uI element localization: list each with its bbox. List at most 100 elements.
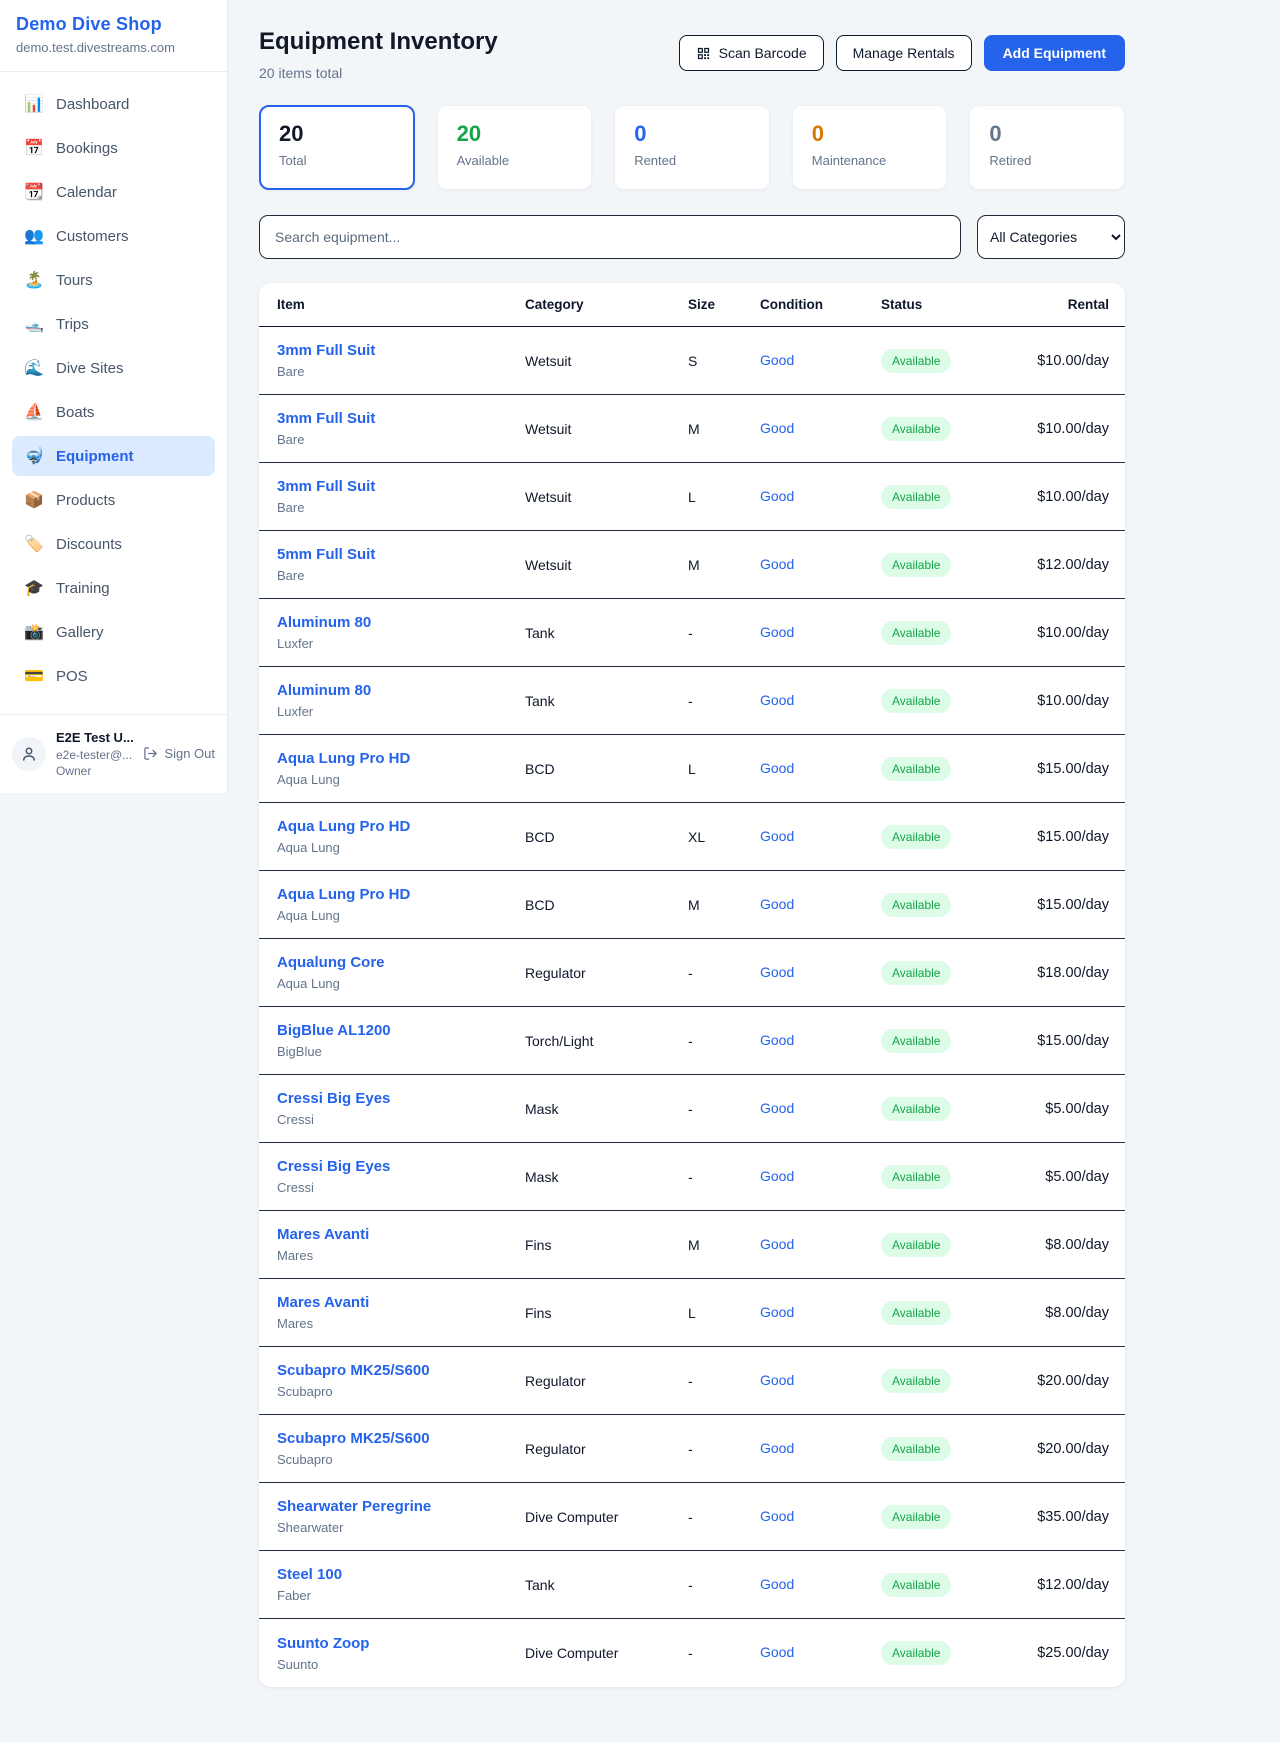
- item-condition-link[interactable]: Good: [760, 1100, 794, 1116]
- col-category: Category: [525, 297, 688, 312]
- item-name-link[interactable]: Aqua Lung Pro HD: [277, 750, 410, 767]
- add-equipment-button[interactable]: Add Equipment: [984, 35, 1125, 71]
- item-name-link[interactable]: Steel 100: [277, 1566, 342, 1583]
- col-size: Size: [688, 297, 760, 312]
- item-condition-link[interactable]: Good: [760, 420, 794, 436]
- sidebar-item[interactable]: 🎓 Training: [12, 568, 215, 608]
- sidebar-item[interactable]: 🛥️ Trips: [12, 304, 215, 344]
- item-brand: Luxfer: [277, 636, 525, 651]
- item-condition-link[interactable]: Good: [760, 1644, 794, 1660]
- stat-card[interactable]: 0 Retired: [969, 105, 1125, 190]
- sign-out-button[interactable]: Sign Out: [143, 746, 215, 761]
- item-brand: Suunto: [277, 1657, 525, 1672]
- item-brand: Bare: [277, 500, 525, 515]
- sidebar-nav: 📊 Dashboard 📅 Bookings 📆 Calendar 👥 Cust…: [0, 72, 227, 708]
- item-name-link[interactable]: 3mm Full Suit: [277, 342, 375, 359]
- item-name-link[interactable]: 3mm Full Suit: [277, 410, 375, 427]
- sidebar-item[interactable]: 🌊 Dive Sites: [12, 348, 215, 388]
- item-condition-link[interactable]: Good: [760, 1304, 794, 1320]
- manage-rentals-button[interactable]: Manage Rentals: [836, 35, 972, 71]
- sidebar-item-label: Gallery: [56, 624, 104, 641]
- item-category: Dive Computer: [525, 1645, 688, 1661]
- sidebar-item[interactable]: 💳 POS: [12, 656, 215, 696]
- people-icon: 👥: [24, 226, 44, 246]
- item-condition-link[interactable]: Good: [760, 1508, 794, 1524]
- col-condition: Condition: [760, 297, 881, 312]
- stat-card[interactable]: 0 Maintenance: [792, 105, 948, 190]
- item-name-link[interactable]: Aqualung Core: [277, 954, 385, 971]
- graduation-cap-icon: 🎓: [24, 578, 44, 598]
- item-name-link[interactable]: Aqua Lung Pro HD: [277, 818, 410, 835]
- item-condition-link[interactable]: Good: [760, 1236, 794, 1252]
- item-condition-link[interactable]: Good: [760, 1168, 794, 1184]
- scan-barcode-button[interactable]: Scan Barcode: [679, 35, 824, 71]
- item-condition-link[interactable]: Good: [760, 624, 794, 640]
- stat-label: Total: [279, 153, 395, 168]
- sidebar-item[interactable]: 📦 Products: [12, 480, 215, 520]
- item-name-link[interactable]: 5mm Full Suit: [277, 546, 375, 563]
- item-condition-link[interactable]: Good: [760, 488, 794, 504]
- search-input[interactable]: [259, 215, 961, 259]
- sidebar-item[interactable]: 🏝️ Tours: [12, 260, 215, 300]
- island-icon: 🏝️: [24, 270, 44, 290]
- item-name-link[interactable]: Shearwater Peregrine: [277, 1498, 431, 1515]
- table-row: Aluminum 80 Luxfer Tank - Good Available…: [259, 599, 1125, 667]
- item-rental: $10.00/day: [1029, 489, 1109, 505]
- sailboat-icon: ⛵: [24, 402, 44, 422]
- item-condition-link[interactable]: Good: [760, 692, 794, 708]
- item-name-link[interactable]: 3mm Full Suit: [277, 478, 375, 495]
- item-name-link[interactable]: Scubapro MK25/S600: [277, 1362, 430, 1379]
- item-name-link[interactable]: BigBlue AL1200: [277, 1022, 391, 1039]
- sidebar-item[interactable]: 📅 Bookings: [12, 128, 215, 168]
- item-size: L: [688, 1305, 760, 1321]
- stat-card[interactable]: 20 Available: [437, 105, 593, 190]
- status-badge: Available: [881, 621, 951, 645]
- item-condition-link[interactable]: Good: [760, 1440, 794, 1456]
- item-condition-link[interactable]: Good: [760, 760, 794, 776]
- sidebar-item[interactable]: 👥 Customers: [12, 216, 215, 256]
- item-name-link[interactable]: Aqua Lung Pro HD: [277, 886, 410, 903]
- item-condition-link[interactable]: Good: [760, 896, 794, 912]
- item-condition-link[interactable]: Good: [760, 828, 794, 844]
- stat-card[interactable]: 0 Rented: [614, 105, 770, 190]
- item-rental: $8.00/day: [1029, 1237, 1109, 1253]
- shop-name[interactable]: Demo Dive Shop: [16, 14, 211, 35]
- sidebar-header: Demo Dive Shop demo.test.divestreams.com: [0, 0, 227, 72]
- item-name-link[interactable]: Mares Avanti: [277, 1294, 369, 1311]
- table-body: 3mm Full Suit Bare Wetsuit S Good Availa…: [259, 327, 1125, 1687]
- table-row: Mares Avanti Mares Fins L Good Available…: [259, 1279, 1125, 1347]
- item-name-link[interactable]: Mares Avanti: [277, 1226, 369, 1243]
- item-name-link[interactable]: Scubapro MK25/S600: [277, 1430, 430, 1447]
- sidebar-item-label: Training: [56, 580, 110, 597]
- tag-icon: 🏷️: [24, 534, 44, 554]
- sidebar-item[interactable]: 📸 Gallery: [12, 612, 215, 652]
- item-category: Regulator: [525, 965, 688, 981]
- item-condition-link[interactable]: Good: [760, 352, 794, 368]
- item-name-link[interactable]: Aluminum 80: [277, 682, 371, 699]
- sidebar-item-label: Dive Sites: [56, 360, 124, 377]
- sidebar-item[interactable]: 📊 Dashboard: [12, 84, 215, 124]
- sidebar-item[interactable]: 🏷️ Discounts: [12, 524, 215, 564]
- item-condition-link[interactable]: Good: [760, 556, 794, 572]
- item-rental: $10.00/day: [1029, 421, 1109, 437]
- item-name-link[interactable]: Suunto Zoop: [277, 1635, 369, 1652]
- item-name-link[interactable]: Cressi Big Eyes: [277, 1158, 390, 1175]
- item-condition-link[interactable]: Good: [760, 1372, 794, 1388]
- stat-card[interactable]: 20 Total: [259, 105, 415, 190]
- sidebar-item[interactable]: 🤿 Equipment: [12, 436, 215, 476]
- status-badge: Available: [881, 349, 951, 373]
- item-rental: $20.00/day: [1029, 1373, 1109, 1389]
- item-condition-link[interactable]: Good: [760, 964, 794, 980]
- item-condition-link[interactable]: Good: [760, 1032, 794, 1048]
- item-category: Wetsuit: [525, 557, 688, 573]
- sidebar-item[interactable]: 📆 Calendar: [12, 172, 215, 212]
- item-category: BCD: [525, 761, 688, 777]
- item-name-link[interactable]: Aluminum 80: [277, 614, 371, 631]
- item-rental: $20.00/day: [1029, 1441, 1109, 1457]
- item-name-link[interactable]: Cressi Big Eyes: [277, 1090, 390, 1107]
- sidebar-item-label: Dashboard: [56, 96, 129, 113]
- status-badge: Available: [881, 1573, 951, 1597]
- item-condition-link[interactable]: Good: [760, 1576, 794, 1592]
- category-filter[interactable]: All Categories: [977, 215, 1125, 259]
- sidebar-item[interactable]: ⛵ Boats: [12, 392, 215, 432]
